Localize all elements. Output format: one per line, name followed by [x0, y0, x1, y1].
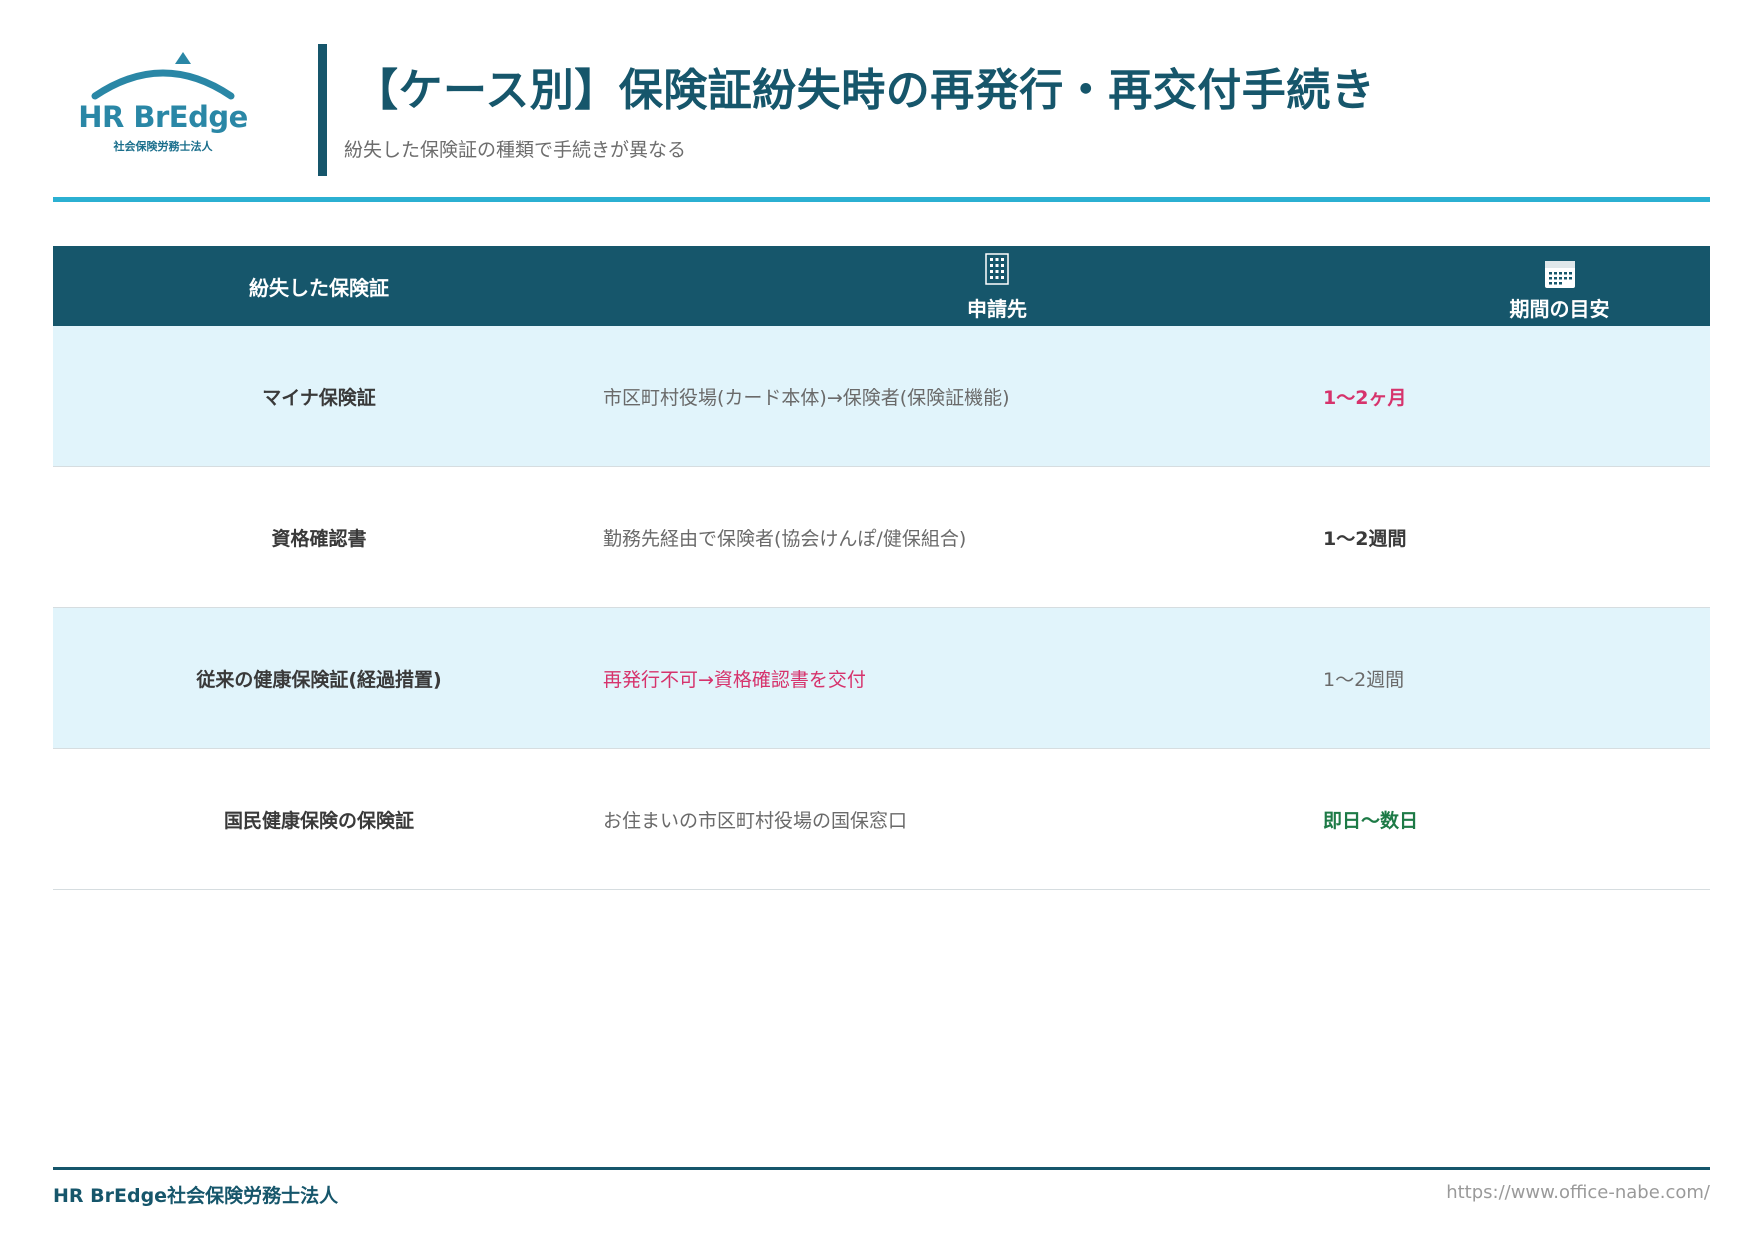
- card-type: マイナ保険証: [262, 386, 376, 409]
- calendar-icon: [1544, 261, 1575, 288]
- application-destination: 勤務先経由で保険者(協会けんぽ/健保組合): [603, 527, 967, 550]
- card-type: 従来の健康保険証(経過措置): [196, 668, 442, 691]
- footer-url[interactable]: https://www.office-nabe.com/: [1446, 1182, 1710, 1203]
- company-logo: HR BrEdge 社会保険労務士法人: [73, 50, 253, 160]
- procedure-table: 紛失した保険証 申請先 期間の目安 マイナ保険証 市区町村役場(カード本体)→保…: [53, 246, 1710, 890]
- table-row: 従来の健康保険証(経過措置) 再発行不可→資格確認書を交付 1〜2週間: [53, 608, 1710, 749]
- footer-divider: [53, 1167, 1710, 1170]
- building-icon: [985, 253, 1009, 285]
- page-title: 【ケース別】保険証紛失時の再発行・再交付手続き: [354, 65, 1376, 116]
- application-destination: 再発行不可→資格確認書を交付: [603, 668, 866, 691]
- title-accent-bar: [318, 44, 327, 176]
- period-estimate: 1〜2ヶ月: [1323, 386, 1407, 409]
- footer-company-name: HR BrEdge社会保険労務士法人: [53, 1185, 339, 1207]
- card-type: 国民健康保険の保険証: [223, 809, 414, 832]
- column-header-destination: 申請先: [585, 246, 1409, 326]
- table-header: 紛失した保険証 申請先 期間の目安: [53, 246, 1710, 326]
- column-header-label: 期間の目安: [1509, 297, 1610, 321]
- page: HR BrEdge 社会保険労務士法人 【ケース別】保険証紛失時の再発行・再交付…: [0, 0, 1753, 1240]
- card-type: 資格確認書: [271, 527, 367, 550]
- application-destination: 市区町村役場(カード本体)→保険者(保険証機能): [603, 386, 1010, 409]
- header: HR BrEdge 社会保険労務士法人 【ケース別】保険証紛失時の再発行・再交付…: [53, 44, 1710, 176]
- table-row: マイナ保険証 市区町村役場(カード本体)→保険者(保険証機能) 1〜2ヶ月: [53, 326, 1710, 467]
- table-row: 国民健康保険の保険証 お住まいの市区町村役場の国保窓口 即日〜数日: [53, 749, 1710, 890]
- column-header-period: 期間の目安: [1409, 246, 1710, 326]
- page-subtitle: 紛失した保険証の種類で手続きが異なる: [344, 139, 687, 161]
- column-header-card: 紛失した保険証: [53, 246, 585, 326]
- table-row: 資格確認書 勤務先経由で保険者(協会けんぽ/健保組合) 1〜2週間: [53, 467, 1710, 608]
- period-estimate: 1〜2週間: [1323, 527, 1407, 550]
- header-divider: [53, 197, 1710, 202]
- logo-wordmark: HR BrEdge: [78, 100, 248, 134]
- column-header-label: 申請先: [967, 297, 1027, 321]
- period-estimate: 即日〜数日: [1323, 809, 1419, 832]
- column-header-label: 紛失した保険証: [249, 275, 389, 300]
- application-destination: お住まいの市区町村役場の国保窓口: [603, 809, 908, 832]
- logo-subtitle: 社会保険労務士法人: [113, 140, 213, 153]
- period-estimate: 1〜2週間: [1323, 668, 1405, 691]
